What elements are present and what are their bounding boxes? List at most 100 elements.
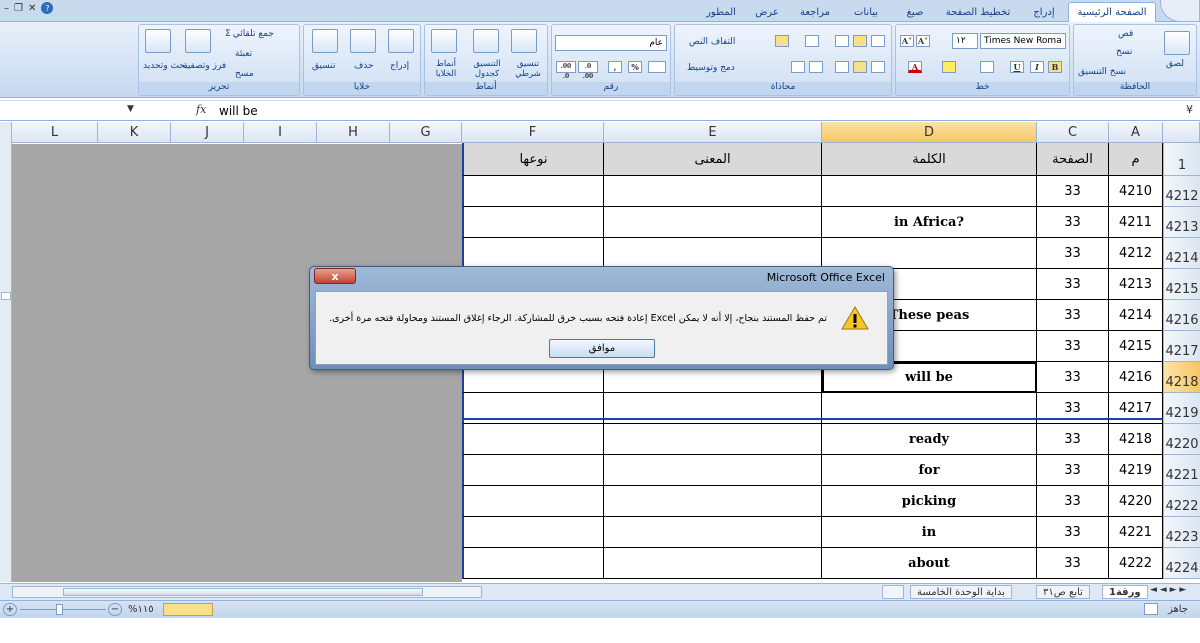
row-header[interactable]: 4212 — [1163, 176, 1200, 207]
percent-button[interactable]: % — [628, 61, 642, 73]
formula-input[interactable]: will be — [219, 104, 258, 118]
cell-e[interactable] — [604, 455, 822, 486]
align-right-icon[interactable] — [871, 61, 885, 73]
find-select-icon[interactable] — [145, 29, 171, 53]
sheet-tab-1[interactable]: ورقة1 — [1102, 585, 1148, 599]
align-top-icon[interactable] — [871, 35, 885, 47]
cell-e[interactable] — [604, 176, 822, 207]
increase-decimal-button[interactable]: .0 .00 — [578, 61, 598, 80]
grow-font-icon[interactable]: A˄ — [916, 35, 930, 47]
minimize-icon[interactable]: – — [4, 3, 9, 14]
cell-c[interactable]: 33 — [1037, 455, 1109, 486]
header-cell-a[interactable]: م — [1109, 143, 1163, 176]
fill-button[interactable]: تعبئة — [235, 49, 252, 59]
font-name-combo[interactable]: Times New Roma — [980, 33, 1066, 49]
font-color-icon[interactable]: A — [908, 61, 922, 73]
header-cell-f[interactable]: نوعها — [462, 143, 604, 176]
insert-cells-button[interactable]: إدراج — [390, 61, 409, 71]
tab-developer[interactable]: المطور — [700, 3, 742, 21]
header-cell-c[interactable]: الصفحة — [1037, 143, 1109, 176]
zoom-out-button[interactable]: − — [108, 603, 122, 616]
cell-e[interactable] — [604, 238, 822, 269]
zoom-slider[interactable] — [20, 609, 106, 610]
row-header[interactable]: 4213 — [1163, 207, 1200, 238]
delete-cells-button[interactable]: حذف — [354, 61, 374, 71]
italic-button[interactable]: I — [1030, 61, 1044, 73]
scroll-thumb[interactable] — [1, 292, 11, 300]
header-cell-d[interactable]: الكلمة — [822, 143, 1037, 176]
insert-sheet-icon[interactable] — [882, 585, 904, 599]
autosum-button[interactable]: Σ جمع تلقائي — [225, 29, 274, 39]
row-header[interactable]: 4214 — [1163, 238, 1200, 269]
cell-f[interactable] — [462, 517, 604, 548]
select-all-corner[interactable] — [1163, 122, 1200, 143]
conditional-format-button[interactable]: تنسيق شرطي — [509, 59, 547, 79]
cell-e[interactable] — [604, 424, 822, 455]
expand-formula-icon[interactable]: ¥ — [1186, 103, 1193, 116]
cell-c[interactable]: 33 — [1037, 269, 1109, 300]
cell-d[interactable]: in — [822, 517, 1037, 548]
row-header[interactable]: 4223 — [1163, 517, 1200, 548]
align-center-icon[interactable] — [853, 61, 867, 73]
cell-c[interactable]: 33 — [1037, 331, 1109, 362]
cell-d[interactable]: picking — [822, 486, 1037, 517]
cell-c[interactable]: 33 — [1037, 486, 1109, 517]
font-size-combo[interactable]: ١٢ — [952, 33, 978, 49]
format-as-table-button[interactable]: التنسيق كجدول — [467, 59, 507, 79]
name-box-dropdown-icon[interactable]: ▼ — [127, 104, 134, 114]
col-header-a[interactable]: A — [1109, 122, 1163, 143]
cell-d[interactable]: about — [822, 548, 1037, 579]
close-icon[interactable]: ✕ — [28, 3, 36, 14]
tab-data[interactable]: بيانات — [846, 3, 886, 21]
tab-home[interactable]: الصفحة الرئيسية — [1068, 2, 1156, 22]
sheet-tab-3[interactable]: بداية الوحدة الخامسة — [910, 585, 1012, 599]
col-header-d[interactable]: D — [822, 122, 1037, 143]
row-header[interactable]: 4224 — [1163, 548, 1200, 579]
col-header-l[interactable]: L — [12, 122, 98, 143]
cell-a[interactable]: 4219 — [1109, 455, 1163, 486]
currency-icon[interactable] — [648, 61, 666, 73]
cell-a[interactable]: 4210 — [1109, 176, 1163, 207]
cell-c[interactable]: 33 — [1037, 238, 1109, 269]
help-icon[interactable]: ? — [41, 2, 54, 14]
cell-a[interactable]: 4214 — [1109, 300, 1163, 331]
office-button[interactable] — [1160, 0, 1200, 22]
cell-e[interactable] — [604, 517, 822, 548]
cell-f[interactable] — [462, 424, 604, 455]
shrink-font-icon[interactable]: A˅ — [900, 35, 914, 47]
paste-icon[interactable] — [1164, 31, 1190, 55]
cell-d[interactable] — [822, 176, 1037, 207]
hscroll-thumb[interactable] — [63, 588, 423, 596]
tab-insert[interactable]: إدراج — [1024, 3, 1064, 21]
wrap-text-button[interactable]: التفاف النص — [689, 37, 735, 47]
merge-center-button[interactable]: دمج وتوسيط — [687, 63, 735, 73]
vertical-scrollbar[interactable] — [0, 122, 12, 582]
zoom-level[interactable]: %١١٥ — [128, 604, 154, 615]
orientation-icon[interactable] — [805, 35, 819, 47]
fill-color-icon[interactable] — [942, 61, 956, 73]
outdent-icon[interactable] — [791, 61, 805, 73]
cell-a[interactable]: 4213 — [1109, 269, 1163, 300]
cell-c[interactable]: 33 — [1037, 517, 1109, 548]
cell-styles-icon[interactable] — [431, 29, 457, 53]
cell-d[interactable]: in Africa? — [822, 207, 1037, 238]
format-painter-button[interactable]: نسخ التنسيق — [1078, 67, 1126, 77]
col-header-c[interactable]: C — [1037, 122, 1109, 143]
row-header[interactable]: 4220 — [1163, 424, 1200, 455]
zoom-slider-thumb[interactable] — [56, 604, 63, 615]
cell-a[interactable]: 4216 — [1109, 362, 1163, 393]
col-header-f[interactable]: F — [462, 122, 604, 143]
format-cells-icon[interactable] — [312, 29, 338, 53]
row-header[interactable]: 4216 — [1163, 300, 1200, 331]
dialog-close-button[interactable]: x — [314, 268, 356, 284]
delete-cells-icon[interactable] — [350, 29, 376, 53]
cell-d[interactable]: for — [822, 455, 1037, 486]
cut-button[interactable]: قص — [1118, 29, 1133, 39]
fx-icon[interactable]: fx — [196, 103, 206, 116]
cell-e[interactable] — [604, 548, 822, 579]
row-header[interactable]: 4218 — [1163, 362, 1200, 393]
decrease-decimal-button[interactable]: .00 .0 — [556, 61, 576, 80]
bold-button[interactable]: B — [1048, 61, 1062, 73]
number-format-combo[interactable]: عام — [555, 35, 667, 51]
cell-c[interactable]: 33 — [1037, 300, 1109, 331]
